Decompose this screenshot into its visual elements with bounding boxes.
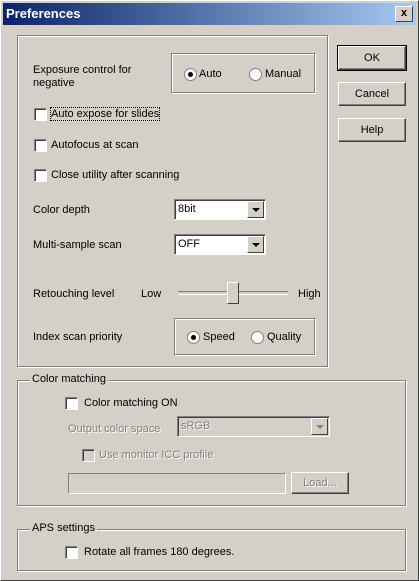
close-utility-checkbox[interactable] (34, 169, 47, 182)
index-scan-speed-label[interactable]: Speed (203, 331, 235, 343)
exposure-label: Exposure control for negative (33, 64, 132, 89)
multi-sample-select[interactable]: OFF (174, 234, 266, 255)
cancel-button[interactable]: Cancel (338, 82, 406, 106)
rotate-frames-checkbox[interactable] (65, 546, 78, 559)
index-scan-speed-radio[interactable] (187, 331, 200, 344)
color-depth-value: 8bit (178, 203, 196, 215)
color-depth-select[interactable]: 8bit (174, 199, 266, 220)
autofocus-checkbox[interactable] (34, 139, 47, 152)
icc-profile-path-field[interactable] (68, 473, 286, 494)
color-matching-group-label: Color matching (30, 373, 108, 385)
exposure-auto-label[interactable]: Auto (199, 68, 222, 80)
window-title: Preferences (6, 6, 81, 21)
auto-expose-label[interactable]: Auto expose for slides (49, 107, 161, 121)
monitor-icc-checkbox[interactable] (82, 449, 95, 462)
index-scan-quality-label[interactable]: Quality (267, 331, 301, 343)
output-color-space-value: sRGB (181, 420, 211, 432)
output-color-space-label: Output color space (68, 423, 161, 435)
autofocus-label[interactable]: Autofocus at scan (51, 139, 138, 151)
output-color-space-select[interactable]: sRGB (177, 416, 330, 437)
retouching-slider-thumb[interactable] (227, 282, 239, 304)
color-matching-on-label[interactable]: Color matching ON (84, 397, 178, 409)
multi-sample-label: Multi-sample scan (33, 239, 122, 251)
help-button[interactable]: Help (338, 118, 406, 142)
ok-button[interactable]: OK (337, 45, 407, 71)
aps-settings-group-label: APS settings (30, 522, 97, 534)
rotate-frames-label[interactable]: Rotate all frames 180 degrees. (84, 546, 234, 558)
index-scan-label: Index scan priority (33, 331, 123, 343)
auto-expose-checkbox[interactable] (34, 108, 47, 121)
close-utility-label[interactable]: Close utility after scanning (51, 169, 179, 181)
retouching-low-label: Low (141, 288, 162, 300)
title-bar[interactable]: Preferences x (3, 3, 416, 25)
chevron-down-icon[interactable] (247, 236, 264, 253)
exposure-auto-radio[interactable] (184, 68, 197, 81)
monitor-icc-label[interactable]: Use monitor ICC profile (99, 449, 213, 461)
index-scan-quality-radio[interactable] (251, 331, 264, 344)
chevron-down-icon[interactable] (311, 418, 328, 435)
preferences-dialog: Preferences x Exposure control for negat… (0, 0, 419, 581)
multi-sample-value: OFF (178, 238, 200, 250)
retouching-label: Retouching level (33, 288, 115, 300)
exposure-manual-radio[interactable] (249, 68, 262, 81)
load-button[interactable]: Load... (291, 472, 349, 494)
color-depth-label: Color depth (33, 204, 90, 216)
chevron-down-icon[interactable] (247, 201, 264, 218)
close-button[interactable]: x (395, 6, 413, 22)
retouching-high-label: High (298, 288, 321, 300)
color-matching-checkbox[interactable] (65, 397, 78, 410)
exposure-manual-label[interactable]: Manual (265, 68, 301, 80)
